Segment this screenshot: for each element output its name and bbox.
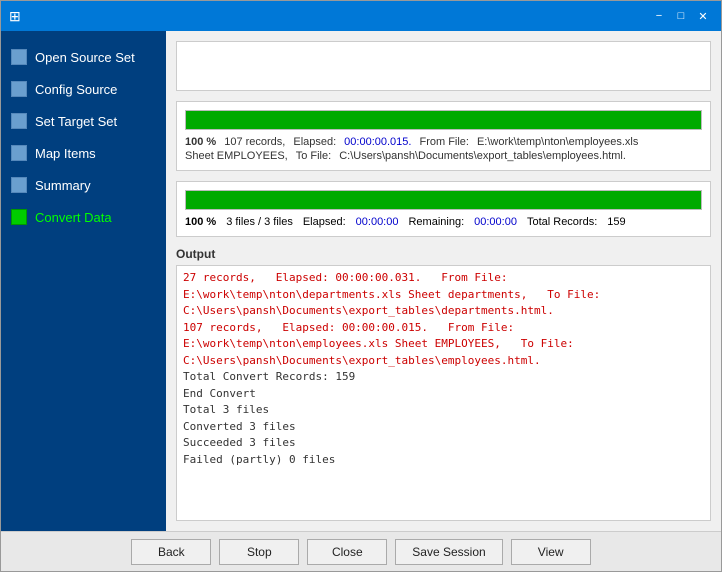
output-line: 27 records, Elapsed: 00:00:00.031. From … — [183, 270, 704, 320]
progress-elapsed-label-2: Elapsed: — [303, 216, 346, 228]
progress-elapsed-1: 00:00:00.015. — [344, 136, 411, 148]
progress-files-2: 3 files / 3 files — [226, 216, 293, 228]
progress-section-1: 100 % 107 records, Elapsed: 00:00:00.015… — [176, 101, 711, 171]
progress-remaining-2: 00:00:00 — [474, 216, 517, 228]
progress-sheet-1: Sheet EMPLOYEES, — [185, 150, 288, 162]
sidebar-icon-convert-data — [11, 209, 27, 225]
progress-from-label-1: From File: — [419, 136, 469, 148]
sidebar-icon-config-source — [11, 81, 27, 97]
progress-bar-container-1 — [185, 110, 702, 130]
view-button[interactable]: View — [511, 539, 591, 565]
sidebar-label-set-target-set: Set Target Set — [35, 114, 117, 129]
progress-info-1: 100 % 107 records, Elapsed: 00:00:00.015… — [185, 136, 702, 148]
progress-total-2: 159 — [607, 216, 625, 228]
content-area: Open Source Set Config Source Set Target… — [1, 31, 721, 531]
sidebar-icon-map-items — [11, 145, 27, 161]
progress-percent-1: 100 % — [185, 136, 216, 148]
progress-elapsed-2: 00:00:00 — [356, 216, 399, 228]
title-bar: ⊞ − □ ✕ — [1, 1, 721, 31]
sidebar-label-map-items: Map Items — [35, 146, 96, 161]
main-panel: 100 % 107 records, Elapsed: 00:00:00.015… — [166, 31, 721, 531]
app-icon: ⊞ — [9, 8, 21, 25]
output-section: Output 27 records, Elapsed: 00:00:00.031… — [176, 247, 711, 521]
close-button[interactable]: Close — [307, 539, 387, 565]
sidebar-item-map-items[interactable]: Map Items — [1, 137, 166, 169]
button-bar: Back Stop Close Save Session View — [1, 531, 721, 571]
stop-button[interactable]: Stop — [219, 539, 299, 565]
output-label: Output — [176, 247, 711, 261]
minimize-button[interactable]: − — [649, 6, 669, 26]
progress-section-2: 100 % 3 files / 3 files Elapsed: 00:00:0… — [176, 181, 711, 237]
restore-button[interactable]: □ — [671, 6, 691, 26]
progress-elapsed-label-1: Elapsed: — [293, 136, 336, 148]
progress-to-file-1: C:\Users\pansh\Documents\export_tables\e… — [339, 150, 626, 162]
sidebar-label-open-source-set: Open Source Set — [35, 50, 135, 65]
sidebar-icon-set-target-set — [11, 113, 27, 129]
sidebar-item-convert-data[interactable]: Convert Data — [1, 201, 166, 233]
progress-bar-1 — [186, 111, 701, 129]
sidebar-icon-summary — [11, 177, 27, 193]
top-empty-panel — [176, 41, 711, 91]
progress-from-file-1: E:\work\temp\nton\employees.xls — [477, 136, 638, 148]
sidebar-item-summary[interactable]: Summary — [1, 169, 166, 201]
output-line: Succeeded 3 files — [183, 435, 704, 452]
progress-info-2: 100 % 3 files / 3 files Elapsed: 00:00:0… — [185, 216, 702, 228]
back-button[interactable]: Back — [131, 539, 211, 565]
progress-to-label-1: To File: — [296, 150, 331, 162]
progress-bar-container-2 — [185, 190, 702, 210]
close-window-button[interactable]: ✕ — [693, 6, 713, 26]
progress-records-1: 107 records, — [224, 136, 285, 148]
progress-remaining-label-2: Remaining: — [408, 216, 464, 228]
output-line: Converted 3 files — [183, 419, 704, 436]
title-bar-text: ⊞ — [9, 8, 21, 25]
progress-percent-2: 100 % — [185, 216, 216, 228]
output-line: Total 3 files — [183, 402, 704, 419]
output-line: Total Convert Records: 159 — [183, 369, 704, 386]
sidebar-label-config-source: Config Source — [35, 82, 117, 97]
sidebar-item-set-target-set[interactable]: Set Target Set — [1, 105, 166, 137]
progress-bar-2 — [186, 191, 701, 209]
progress-total-label-2: Total Records: — [527, 216, 597, 228]
save-session-button[interactable]: Save Session — [395, 539, 502, 565]
output-line: End Convert — [183, 386, 704, 403]
sidebar-label-summary: Summary — [35, 178, 91, 193]
sidebar-item-open-source-set[interactable]: Open Source Set — [1, 41, 166, 73]
sidebar-item-config-source[interactable]: Config Source — [1, 73, 166, 105]
sidebar-label-convert-data: Convert Data — [35, 210, 112, 225]
progress-info-1b: Sheet EMPLOYEES, To File: C:\Users\pansh… — [185, 150, 702, 162]
title-bar-controls: − □ ✕ — [649, 6, 713, 26]
output-line: Failed (partly) 0 files — [183, 452, 704, 469]
output-line: 107 records, Elapsed: 00:00:00.015. From… — [183, 320, 704, 370]
output-box[interactable]: 27 records, Elapsed: 00:00:00.031. From … — [176, 265, 711, 521]
sidebar-icon-open-source-set — [11, 49, 27, 65]
sidebar: Open Source Set Config Source Set Target… — [1, 31, 166, 531]
main-window: ⊞ − □ ✕ Open Source Set Config Source Se… — [0, 0, 722, 572]
